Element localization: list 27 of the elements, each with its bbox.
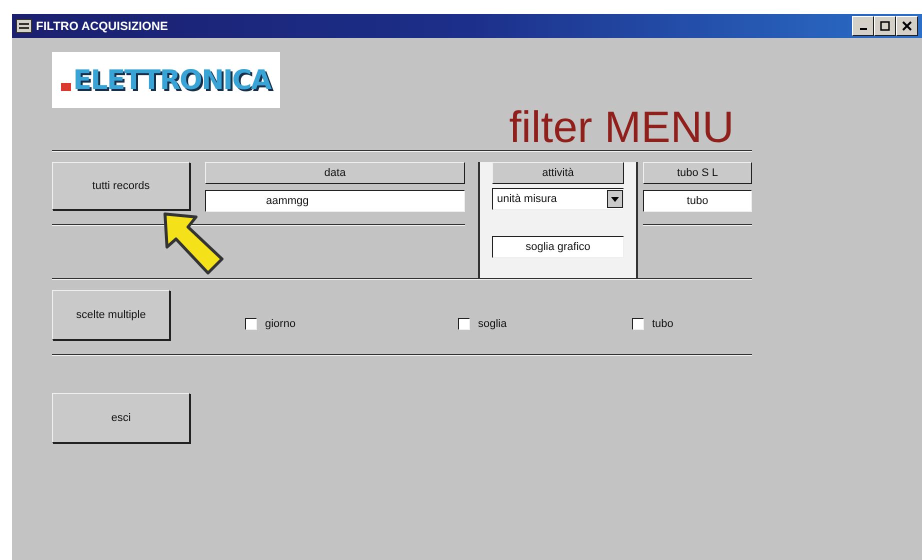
text-field[interactable]: aammgg (205, 190, 465, 212)
checkbox[interactable] (458, 318, 470, 330)
close-button[interactable] (896, 16, 918, 36)
checkbox[interactable] (245, 318, 257, 330)
column-header: tubo S L (643, 162, 752, 184)
column-header: data (205, 162, 465, 184)
maximize-icon (880, 21, 890, 31)
checkbox-label: giorno (265, 316, 296, 332)
exit-button[interactable]: esci (52, 393, 190, 443)
menu-heading: filter MENU (508, 106, 735, 150)
minimize-button[interactable] (852, 16, 874, 36)
stripe-icon (61, 83, 72, 91)
threshold-field[interactable]: soglia grafico (492, 236, 624, 258)
minimize-icon (860, 28, 866, 30)
checkbox-label: soglia (478, 316, 507, 332)
multiple-choice-button[interactable]: scelte multiple (52, 290, 170, 340)
maximize-button[interactable] (874, 16, 896, 36)
checkbox-label: tubo (652, 316, 674, 332)
unit-select[interactable]: unità misura (492, 188, 624, 210)
logo-text: ELETTRONICA (73, 66, 271, 94)
app-icon (16, 19, 32, 33)
window-title: FILTRO ACQUISIZIONE (36, 18, 168, 35)
all-records-button[interactable]: tutti records (52, 162, 190, 210)
checkbox[interactable] (632, 318, 644, 330)
close-icon (902, 21, 912, 31)
text-field[interactable]: tubo (643, 190, 752, 212)
column-header: attività (492, 162, 624, 184)
